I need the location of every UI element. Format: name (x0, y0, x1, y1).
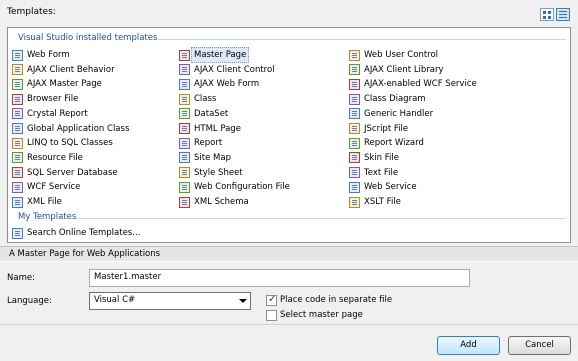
template-item-xslt-file[interactable]: XSLT File (349, 195, 401, 209)
master-page-icon (179, 49, 190, 61)
html-page-icon (179, 123, 190, 134)
cancel-button[interactable]: Cancel (508, 336, 571, 355)
group-divider (158, 39, 566, 40)
grid-icon (543, 11, 546, 14)
select-master-label: Select master page (280, 310, 363, 320)
ajax-master-page-icon (12, 78, 23, 90)
template-item-crystal-report[interactable]: Crystal Report (12, 107, 88, 121)
skin-file-icon (349, 152, 360, 164)
templates-panel: Visual Studio installed templates My Tem… (7, 27, 571, 243)
template-item-wcf-service[interactable]: WCF Service (12, 180, 80, 194)
web-user-control-icon (349, 49, 360, 61)
footer-divider (0, 324, 578, 325)
template-item-xml-file[interactable]: XML File (12, 195, 62, 209)
template-item-html-page[interactable]: HTML Page (179, 122, 241, 136)
template-item-generic-handler[interactable]: Generic Handler (349, 107, 433, 121)
xml-file-icon (12, 196, 23, 208)
template-item-report-wizard[interactable]: Report Wizard (349, 136, 424, 150)
report-icon (179, 137, 190, 149)
group-title-visual-studio: Visual Studio installed templates (18, 33, 158, 43)
class-diagram-icon (349, 93, 360, 105)
ajax-web-form-icon (179, 78, 190, 90)
style-sheet-icon (179, 167, 190, 179)
template-item-master-page[interactable]: Master Page (179, 47, 250, 63)
class-icon (179, 93, 190, 105)
template-item-web-configuration-file[interactable]: Web Configuration File (179, 180, 290, 194)
ajax-client-control-icon (179, 64, 190, 76)
group-title-my-templates: My Templates (18, 212, 77, 222)
template-item-class[interactable]: Class (179, 92, 216, 106)
template-item-dataset[interactable]: DataSet (179, 107, 228, 121)
template-item-skin-file[interactable]: Skin File (349, 151, 399, 165)
ajax-client-behavior-icon (12, 64, 23, 76)
ajax-client-library-icon (349, 64, 360, 76)
template-item-text-file[interactable]: Text File (349, 166, 398, 180)
resource-file-icon (12, 152, 23, 164)
language-label: Language: (7, 296, 52, 306)
select-master-checkbox[interactable] (266, 310, 277, 321)
generic-handler-icon (349, 108, 360, 120)
small-icons-view-button[interactable] (556, 8, 570, 21)
list-icon (559, 11, 567, 12)
text-file-icon (349, 167, 360, 179)
place-code-checkbox[interactable]: ✓ (266, 294, 277, 306)
template-item-class-diagram[interactable]: Class Diagram (349, 92, 426, 106)
place-code-label: Place code in separate file (280, 295, 393, 305)
template-item-ajax-client-library[interactable]: AJAX Client Library (349, 63, 444, 77)
template-item-sql-server-database[interactable]: SQL Server Database (12, 166, 118, 180)
large-icons-view-button[interactable] (540, 8, 554, 21)
template-item-web-user-control[interactable]: Web User Control (349, 48, 438, 62)
template-item-ajax-client-control[interactable]: AJAX Client Control (179, 63, 275, 77)
linq-to-sql-classes-icon (12, 137, 23, 149)
template-item-ajax-enabled-wcf-service[interactable]: AJAX-enabled WCF Service (349, 77, 477, 91)
template-item-site-map[interactable]: Site Map (179, 151, 231, 165)
wcf-service-icon (12, 181, 23, 193)
template-item-ajax-client-behavior[interactable]: AJAX Client Behavior (12, 63, 115, 77)
language-value: Visual C# (94, 295, 136, 305)
global-application-class-icon (12, 123, 23, 134)
xslt-file-icon (349, 196, 360, 208)
template-item-ajax-master-page[interactable]: AJAX Master Page (12, 77, 102, 91)
jscript-file-icon (349, 123, 360, 134)
ajax-enabled-wcf-service-icon (349, 78, 360, 90)
template-item-browser-file[interactable]: Browser File (12, 92, 78, 106)
templates-label: Templates: (7, 7, 56, 17)
report-wizard-icon (349, 137, 360, 149)
template-item-web-form[interactable]: Web Form (12, 48, 70, 62)
template-item-xml-schema[interactable]: XML Schema (179, 195, 249, 209)
template-item-global-application-class[interactable]: Global Application Class (12, 122, 129, 136)
template-item-search-online[interactable]: Search Online Templates... (12, 226, 140, 240)
site-map-icon (179, 152, 190, 164)
template-item-resource-file[interactable]: Resource File (12, 151, 83, 165)
web-form-icon (12, 49, 23, 61)
xml-schema-icon (179, 196, 190, 208)
search-online-icon (12, 227, 23, 239)
template-item-jscript-file[interactable]: JScript File (349, 122, 408, 136)
language-select[interactable]: Visual C# (89, 292, 251, 310)
web-configuration-file-icon (179, 181, 190, 193)
add-button[interactable]: Add (437, 336, 500, 355)
group-divider (76, 218, 566, 219)
template-item-ajax-web-form[interactable]: AJAX Web Form (179, 77, 259, 91)
sql-server-database-icon (12, 167, 23, 179)
template-item-linq-to-sql-classes[interactable]: LINQ to SQL Classes (12, 136, 113, 150)
browser-file-icon (12, 93, 23, 105)
name-label: Name: (7, 273, 35, 283)
web-service-icon (349, 181, 360, 193)
name-input[interactable]: Master1.master (89, 269, 470, 287)
checkmark-icon: ✓ (268, 294, 277, 305)
template-description: A Master Page for Web Applications (0, 246, 578, 262)
template-item-style-sheet[interactable]: Style Sheet (179, 166, 243, 180)
dropdown-arrow-icon (239, 299, 247, 303)
crystal-report-icon (12, 108, 23, 120)
dataset-icon (179, 108, 190, 120)
template-item-web-service[interactable]: Web Service (349, 180, 417, 194)
template-item-report[interactable]: Report (179, 136, 222, 150)
